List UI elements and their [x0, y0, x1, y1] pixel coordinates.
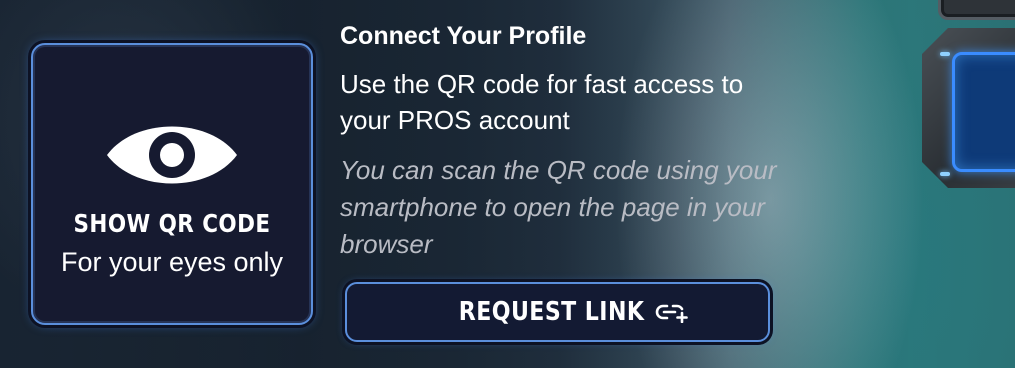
- request-link-button[interactable]: REQUEST LINK: [345, 282, 770, 342]
- eye-icon: [107, 126, 237, 184]
- show-qr-code-button[interactable]: SHOW QR CODE For your eyes only: [31, 43, 313, 325]
- connect-description: Use the QR code for fast access to your …: [340, 69, 744, 135]
- qr-card-subtitle: For your eyes only: [60, 247, 284, 277]
- request-link-label: REQUEST LINK: [459, 297, 645, 327]
- frame-light-top: [940, 52, 950, 56]
- scan-hint: You can scan the QR code using your smar…: [340, 155, 777, 259]
- frame-light-bottom: [940, 172, 950, 176]
- qr-card-title: SHOW QR CODE: [73, 209, 271, 238]
- link-add-icon: [655, 304, 688, 323]
- frame-top-decoration: [938, 0, 1015, 20]
- connect-heading: Connect Your Profile: [340, 22, 587, 50]
- side-panel-screen[interactable]: [952, 52, 1015, 172]
